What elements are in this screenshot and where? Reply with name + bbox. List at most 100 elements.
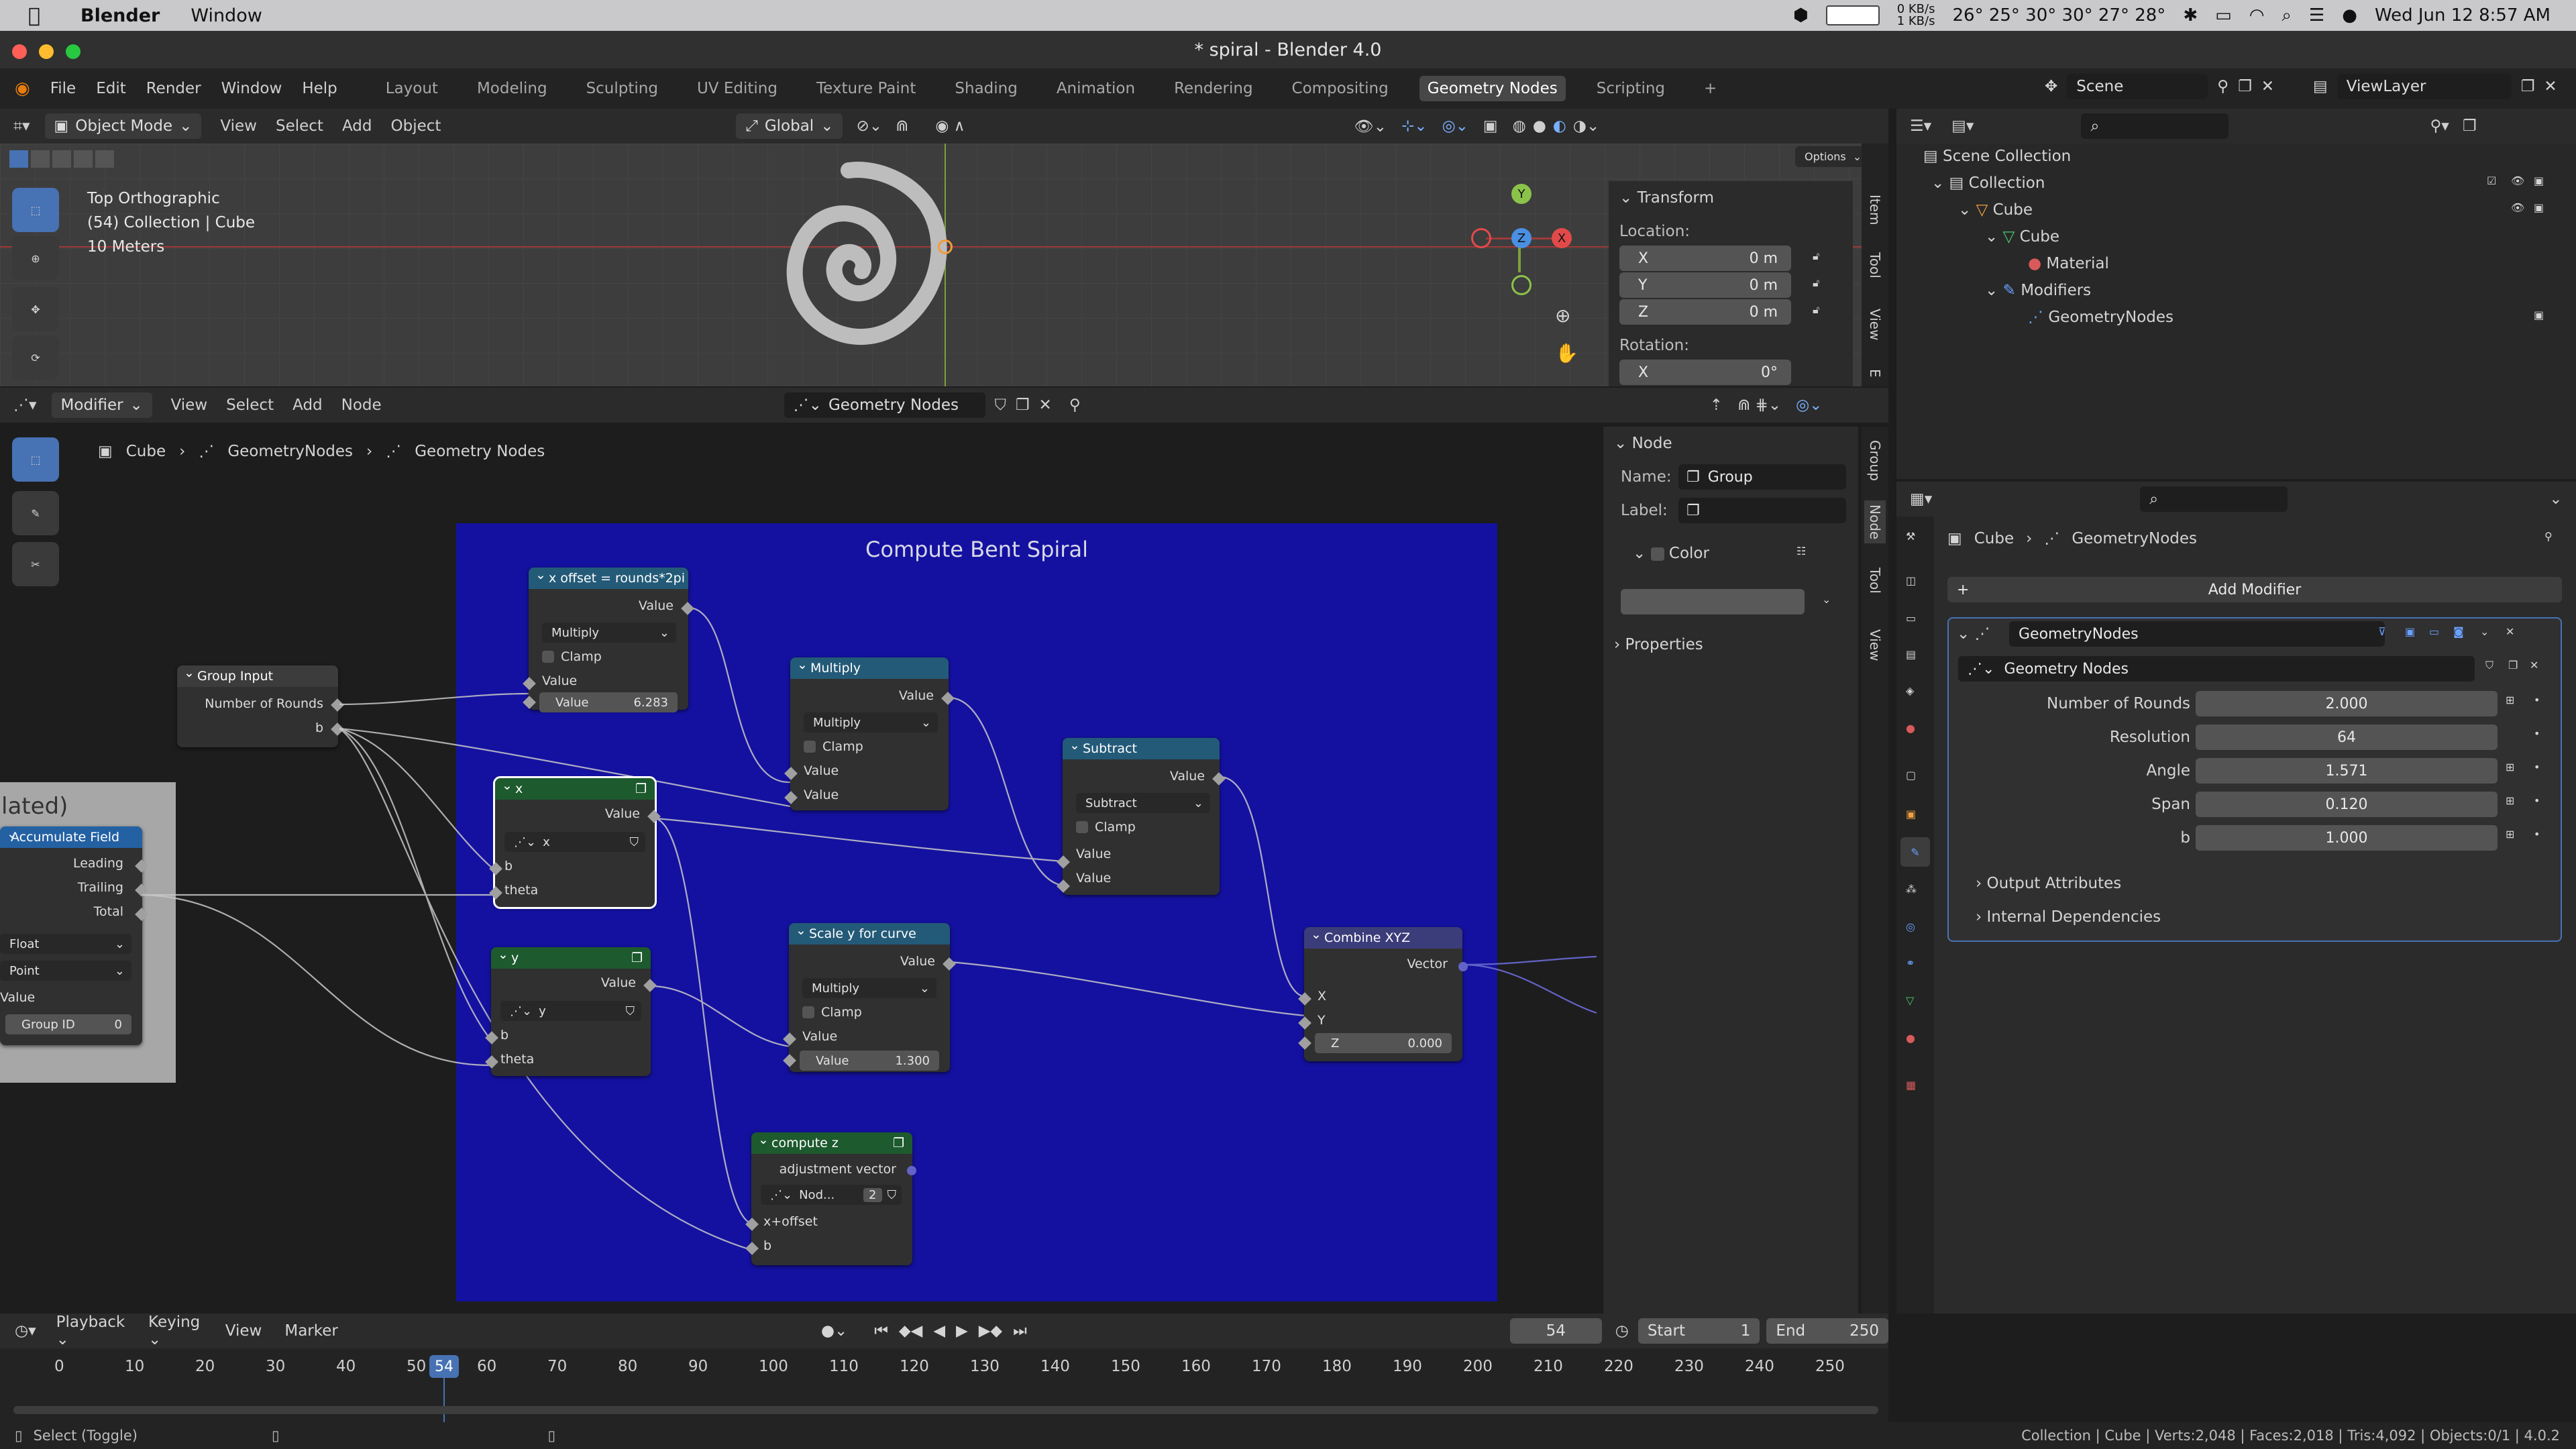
node-multiply-header[interactable]: Multiply [790,657,949,679]
next-keyframe-icon[interactable]: ▶◆ [979,1322,1002,1340]
outliner-row-material[interactable]: ● Material [2028,255,2109,272]
lock-y-icon[interactable]: 🔓︎ [1813,276,1819,290]
node-name-field[interactable]: ❐ Group [1678,464,1846,490]
constraints-tab-icon[interactable]: ⚭ [1906,957,1915,969]
node-label-field[interactable]: ❐ [1678,498,1846,523]
overlay-toggle-icon[interactable]: ◎⌄ [1442,117,1468,135]
param-rounds-field[interactable]: 2.000 [2196,691,2498,716]
attribute-toggle-icon[interactable]: ⊞ [2506,828,2514,841]
wifi-icon[interactable]: ◠ [2249,5,2265,25]
multiply-clamp-checkbox[interactable] [804,741,816,753]
record-icon[interactable]: ●⌄ [821,1322,847,1340]
keyframe-dot-icon[interactable]: • [2534,694,2540,706]
properties-options-icon[interactable]: ⌄ [2549,490,2562,508]
node-properties-header[interactable]: › Properties [1614,636,1703,653]
multiply-op-dropdown[interactable]: Multiply ⌄ [804,712,938,733]
node-compute-z-header[interactable]: compute z ❐ [751,1132,912,1154]
camera-icon[interactable]: ▣ [2534,201,2544,214]
select-box-tool[interactable]: ⬚ [12,188,59,232]
material-tab-icon[interactable]: ● [1906,1032,1915,1044]
param-angle-field[interactable]: 1.571 [2196,758,2498,784]
display-mode-icon[interactable]: ▤▾ [1951,117,1974,135]
remove-modifier-icon[interactable]: ✕ [2506,625,2514,638]
gizmo-y[interactable]: Y [1511,184,1532,204]
modifier-viewport-icon[interactable]: ▭ [2429,625,2439,638]
transform-header[interactable]: ⌄ Transform [1619,189,1714,207]
scale-y-clamp-checkbox[interactable] [802,1006,814,1018]
view-layer-tab-icon[interactable]: ▤ [1906,648,1916,661]
data-tab-icon[interactable]: ▽ [1906,994,1914,1007]
timeline-scrollbar[interactable] [13,1406,1878,1414]
pin-icon[interactable]: ⚲ [2544,530,2553,543]
viewport-menu-object[interactable]: Object [391,117,441,135]
node-group-y-header[interactable]: y❐ [491,947,651,969]
object-mode-dropdown[interactable]: ▣ Object Mode ⌄ [44,113,202,139]
jump-end-icon[interactable]: ⏭ [1013,1322,1027,1340]
node-scale-y[interactable]: Scale y for curve Value Multiply⌄ Clamp … [783,923,956,1072]
eye-icon[interactable]: 👁 [2511,201,2524,214]
tab-geometry-nodes[interactable]: Geometry Nodes [1419,76,1566,101]
attribute-toggle-icon[interactable]: ⊞ [2506,761,2514,773]
outliner-row-collection[interactable]: ⌄ ▤ Collection [1931,174,2535,192]
node-subtract[interactable]: Subtract Value Subtract⌄ Clamp Value Val… [1057,738,1226,895]
clock-icon[interactable]: ◷ [1615,1322,1629,1340]
output-attributes-section[interactable]: › Output Attributes [1976,875,2121,892]
keyframe-dot-icon[interactable]: • [2534,828,2540,841]
playback-menu[interactable]: Playback ⌄ [56,1313,133,1348]
node-group-selector[interactable]: ⋰⌄ Geometry Nodes [1958,656,2475,682]
lock-x-icon[interactable]: 🔓︎ [1813,250,1819,263]
prev-keyframe-icon[interactable]: ◆◀ [899,1322,922,1340]
tab-tool[interactable]: Tool [1867,568,1883,594]
node-panel-header[interactable]: ⌄ Node [1614,435,1672,452]
unlink-icon[interactable]: ✕ [2530,659,2538,672]
add-workspace-icon[interactable]: + [1696,76,1725,101]
shading-rendered-icon[interactable]: ◑⌄ [1573,117,1599,135]
delete-scene-icon[interactable]: ✕ [2261,78,2274,95]
subtract-clamp-checkbox[interactable] [1076,821,1088,833]
jump-start-icon[interactable]: ⏮ [874,1322,888,1340]
blender-logo-icon[interactable]: ◉ [15,78,30,99]
lock-z-icon[interactable]: 🔓︎ [1813,303,1819,317]
tab-partial[interactable]: E [1867,369,1883,378]
x-offset-op-dropdown[interactable]: Multiply ⌄ [542,623,676,643]
node-group-y[interactable]: y❐ Value ⋰⌄y⛉ b theta [485,947,657,1076]
gizmo-x[interactable]: X [1552,228,1572,248]
node-combine-xyz[interactable]: Combine XYZ Vector X Y Z 0.000 [1298,927,1468,1061]
attribute-toggle-icon[interactable]: ⊞ [2506,694,2514,706]
viewport-menu-add[interactable]: Add [342,117,372,135]
gizmo-z[interactable]: Z [1511,228,1532,248]
internal-dependencies-section[interactable]: › Internal Dependencies [1976,908,2161,926]
play-reverse-icon[interactable]: ◀ [933,1322,945,1340]
outliner-row-mesh[interactable]: ⌄ ▽ Cube [1985,228,2059,246]
node-scale-y-header[interactable]: Scale y for curve [789,923,950,945]
shading-solid-icon[interactable]: ● [1533,117,1546,135]
tab-rendering[interactable]: Rendering [1166,76,1260,101]
render-tab-icon[interactable]: ◫ [1906,574,1916,587]
add-modifier-button[interactable]: + Add Modifier [1947,577,2562,602]
gizmo-neg-x[interactable] [1471,228,1491,248]
select-new-icon[interactable] [9,150,28,168]
node-editor[interactable]: ⬚ ✎ ✂ ▣ Cube › ⋰ GeometryNodes › ⋰ Geome… [0,423,1597,1313]
end-frame-field[interactable]: End 250 [1766,1318,1889,1344]
tab-view[interactable]: View [1867,309,1883,340]
outliner-row-modifiers[interactable]: ⌄ ✎ Modifiers [1985,282,2091,299]
viewlayer-field[interactable]: ViewLayer [2337,74,2512,99]
menu-file[interactable]: File [50,80,76,97]
select-extend-icon[interactable] [31,150,50,168]
x-offset-clamp-checkbox[interactable] [542,651,554,663]
node-group-x[interactable]: x❐ Value ⋰⌄x⛉ b theta [489,776,661,909]
modifier-tab-icon[interactable]: ✎ [1900,837,1930,867]
modifier-menu-icon[interactable]: ⌄ [2480,625,2489,638]
texture-tab-icon[interactable]: ▦ [1906,1079,1916,1091]
param-b-field[interactable]: 1.000 [2196,825,2498,851]
current-frame-field[interactable]: 54 [1509,1318,1602,1344]
group-x-datablock[interactable]: ⋰⌄ x ⛉ [504,832,645,852]
tab-modeling[interactable]: Modeling [469,76,555,101]
properties-editor-type-icon[interactable]: ▦▾ [1910,490,1932,508]
eye-icon[interactable]: 👁 [2511,174,2524,187]
color-menu-icon[interactable]: ⌄ [1822,593,1831,606]
bluetooth-icon[interactable]: ✱ [2183,5,2198,25]
timeline-editor-type-icon[interactable]: ◷▾ [15,1322,36,1340]
new-scene-icon[interactable]: ❐ [2238,78,2252,95]
menu-help[interactable]: Help [302,80,337,97]
